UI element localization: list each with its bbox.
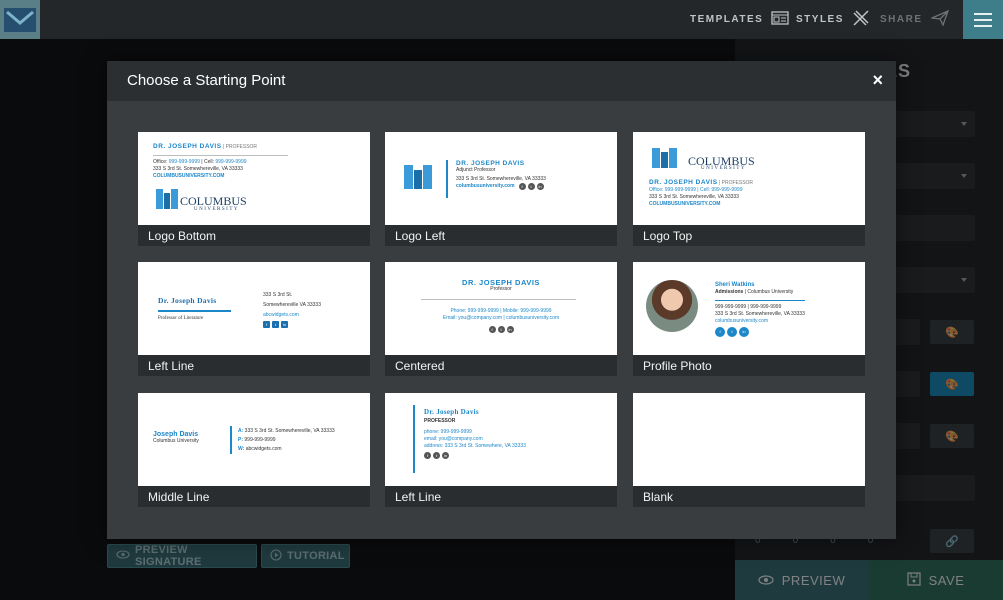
template-chooser-modal: Choose a Starting Point × DR. JOSEPH DAV… [107,61,896,539]
linkedin-icon: in [281,321,288,328]
nav-templates-label: TEMPLATES [690,14,764,25]
template-preview: DR. JOSEPH DAVIS | PROFESSOR Office: 999… [138,132,370,225]
twitter-icon: t [727,327,737,337]
template-card-profile-photo[interactable]: Sheri Watkins Admissions | Columbus Univ… [633,262,865,376]
top-bar: TEMPLATES STYLES SHARE [0,0,1003,39]
linkedin-icon: in [506,326,514,333]
facebook-icon: f [518,183,526,190]
signature-preview: Dr. Joseph Davis PROFESSOR phone: 999-99… [424,408,526,459]
divider [446,160,448,198]
university-logo-icon [156,189,178,209]
twitter-icon: t [527,183,535,190]
template-label: Blank [633,486,865,507]
template-label: Centered [385,355,617,376]
close-icon[interactable]: × [872,69,883,91]
divider [715,300,805,301]
signature-preview: Sheri Watkins Admissions | Columbus Univ… [715,282,794,295]
share-icon [929,9,949,29]
template-card-middle-line[interactable]: Joseph Davis Columbus University A: 333 … [138,393,370,507]
nav-styles-label: STYLES [796,14,844,25]
template-card-logo-bottom[interactable]: DR. JOSEPH DAVIS | PROFESSOR Office: 999… [138,132,370,246]
template-preview: DR. JOSEPH DAVIS Adjunct Professor 333 S… [385,132,617,225]
template-label: Middle Line [138,486,370,507]
divider [421,299,576,300]
university-logo-icon [404,165,432,189]
template-card-centered[interactable]: DR. JOSEPH DAVIS Professor Phone: 999-99… [385,262,617,376]
signature-details: A: 333 S 3rd St. Somewhereville, VA 3333… [238,428,335,452]
template-preview: COLUMBUS UNIVERSITY DR. JOSEPH DAVIS | P… [633,132,865,225]
signature-preview: DR. JOSEPH DAVIS Adjunct Professor 333 S… [456,160,546,190]
modal-title: Choose a Starting Point [127,72,286,89]
template-label: Logo Left [385,225,617,246]
signature-details: Office: 999-999-9999 | Cell: 999-999-999… [153,159,247,179]
app-logo[interactable] [0,0,40,39]
template-label: Left Line [138,355,370,376]
template-preview: DR. JOSEPH DAVIS Professor Phone: 999-99… [385,262,617,355]
signature-preview: Dr. Joseph Davis [158,296,217,305]
styles-icon [852,9,870,30]
facebook-icon: f [715,327,725,337]
logo-subtitle: UNIVERSITY [701,166,746,171]
template-label: Logo Top [633,225,865,246]
envelope-icon [4,8,36,32]
template-label: Left Line [385,486,617,507]
template-preview: Dr. Joseph Davis PROFESSOR phone: 999-99… [385,393,617,486]
signature-preview: DR. JOSEPH DAVIS | PROFESSOR Office: 999… [649,179,754,207]
divider [158,310,231,312]
signature-details: 333 S 3rd St. Somewhereville VA 33333 ab… [263,292,321,328]
divider [153,155,288,156]
twitter-icon: t [433,452,440,459]
nav-share-label: SHARE [880,14,923,25]
logo-subtitle: UNIVERSITY [194,207,239,212]
nav-styles[interactable]: STYLES [796,0,870,39]
template-preview [633,393,865,486]
university-logo-icon [652,148,677,168]
template-card-logo-left[interactable]: DR. JOSEPH DAVIS Adjunct Professor 333 S… [385,132,617,246]
template-card-logo-top[interactable]: COLUMBUS UNIVERSITY DR. JOSEPH DAVIS | P… [633,132,865,246]
profile-photo [646,280,698,332]
linkedin-icon: in [739,327,749,337]
template-preview: Sheri Watkins Admissions | Columbus Univ… [633,262,865,355]
linkedin-icon: in [536,183,544,190]
template-card-left-line[interactable]: Dr. Joseph Davis Professor of Literature… [138,262,370,376]
template-preview: Dr. Joseph Davis Professor of Literature… [138,262,370,355]
hamburger-menu-button[interactable] [963,0,1003,39]
twitter-icon: t [497,326,505,333]
signature-preview: DR. JOSEPH DAVIS Professor [462,278,540,292]
modal-header: Choose a Starting Point × [107,61,896,101]
templates-icon [771,11,789,28]
template-preview: Joseph Davis Columbus University A: 333 … [138,393,370,486]
hamburger-icon [974,12,992,15]
divider [413,405,415,473]
template-card-left-line-2[interactable]: Dr. Joseph Davis PROFESSOR phone: 999-99… [385,393,617,507]
template-card-blank[interactable]: Blank [633,393,865,507]
signature-title: Professor of Literature [158,316,204,321]
facebook-icon: f [263,321,270,328]
signature-preview: DR. JOSEPH DAVIS | PROFESSOR [153,143,258,150]
nav-share[interactable]: SHARE [880,0,949,39]
signature-preview: Joseph Davis Columbus University [153,431,199,444]
template-label: Profile Photo [633,355,865,376]
nav-templates[interactable]: TEMPLATES [690,0,789,39]
facebook-icon: f [488,326,496,333]
signature-details: 999-999-9999 | 999-999-9999 333 S 3rd St… [715,304,805,337]
divider [230,426,232,454]
twitter-icon: t [272,321,279,328]
signature-details: Phone: 999-999-9999 | Mobile: 999-999-99… [442,308,560,333]
template-label: Logo Bottom [138,225,370,246]
linkedin-icon: in [442,452,449,459]
facebook-icon: f [424,452,431,459]
